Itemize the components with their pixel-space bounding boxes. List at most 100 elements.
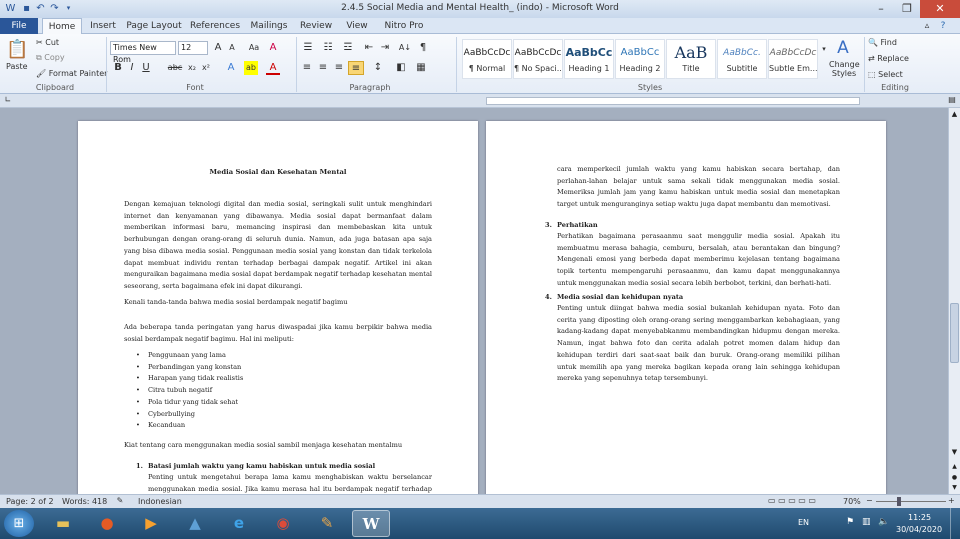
zoom-in-icon[interactable]: +	[948, 496, 955, 505]
style-heading-1[interactable]: AaBbCc Heading 1	[564, 39, 614, 79]
restore-button[interactable]: ❐	[894, 0, 920, 18]
internet-explorer-icon[interactable]: e	[220, 510, 258, 537]
line-spacing-icon[interactable]: ↕	[370, 61, 386, 75]
font-name-select[interactable]: Times New Rom	[110, 41, 176, 64]
close-button[interactable]: ✕	[920, 0, 960, 18]
format-painter-button[interactable]: 🖌 Format Painter	[36, 69, 107, 78]
next-page-icon[interactable]: ▼	[950, 484, 959, 494]
style-no-spacing[interactable]: AaBbCcDc ¶ No Spaci...	[513, 39, 563, 79]
italic-icon[interactable]: I	[126, 61, 138, 75]
change-case-icon[interactable]: Aa	[246, 41, 262, 55]
scroll-up-icon[interactable]: ▲	[950, 110, 959, 122]
style-title[interactable]: AaB Title	[666, 39, 716, 79]
subscript-icon[interactable]: x₂	[186, 61, 198, 75]
scroll-down-icon[interactable]: ▼	[950, 448, 959, 460]
tab-references[interactable]: References	[190, 18, 240, 34]
multilevel-list-icon[interactable]: ☲	[340, 41, 356, 55]
document-page-1[interactable]: Media Sosial dan Kesehatan Mental Dengan…	[78, 121, 478, 501]
tab-view[interactable]: View	[342, 18, 372, 34]
copy-button[interactable]: ⧉ Copy	[36, 53, 65, 63]
vertical-scrollbar[interactable]: ▲ ▼ ▲ ● ▼	[948, 108, 960, 494]
tab-home[interactable]: Home	[42, 18, 82, 34]
align-right-icon[interactable]: ≡	[332, 61, 346, 75]
decrease-indent-icon[interactable]: ⇤	[362, 41, 376, 55]
change-styles-icon[interactable]: A	[832, 38, 854, 58]
styles-more-icon[interactable]: ▾	[820, 42, 828, 56]
style-subtle-emphasis[interactable]: AaBbCcDc Subtle Em...	[768, 39, 818, 79]
document-page-2[interactable]: cara memperkecil jumlah waktu yang kamu …	[486, 121, 886, 501]
tab-review[interactable]: Review	[298, 18, 334, 34]
page-count[interactable]: Page: 2 of 2	[6, 497, 54, 506]
show-formatting-icon[interactable]: ¶	[416, 41, 430, 55]
zoom-level[interactable]: 70%	[843, 497, 861, 506]
tab-file[interactable]: File	[0, 18, 38, 34]
highlight-icon[interactable]: ab	[244, 61, 258, 75]
language-indicator[interactable]: Indonesian	[138, 497, 182, 506]
strikethrough-icon[interactable]: abc	[166, 61, 184, 75]
clear-formatting-icon[interactable]: A	[266, 41, 280, 55]
align-center-icon[interactable]: ≡	[316, 61, 330, 75]
file-explorer-icon[interactable]: ▬	[44, 510, 82, 537]
find-button[interactable]: 🔍 Find	[868, 38, 897, 47]
font-color-icon[interactable]: A	[266, 61, 280, 75]
scrollbar-thumb[interactable]	[950, 303, 959, 363]
tab-page-layout[interactable]: Page Layout	[126, 18, 182, 34]
sort-icon[interactable]: A↓	[398, 41, 412, 55]
action-center-icon[interactable]: ⚑	[846, 517, 854, 527]
network-app-icon[interactable]: ▲	[176, 510, 214, 537]
network-icon[interactable]: ▥	[862, 517, 871, 527]
clock-time[interactable]: 11:25	[908, 513, 931, 522]
change-styles-button[interactable]: Change Styles	[829, 60, 860, 78]
text-effects-icon[interactable]: A	[224, 61, 238, 75]
word-taskbar-icon[interactable]: W	[352, 510, 390, 537]
style-normal[interactable]: AaBbCcDc ¶ Normal	[462, 39, 512, 79]
windows-taskbar: ⊞ ▬ ● ▶ ▲ e ◉ ✎ W EN ⚑ ▥ 🔈 11:25 30/04/2…	[0, 508, 960, 539]
view-ruler-icon[interactable]: ▤	[946, 94, 958, 106]
grow-font-icon[interactable]: A	[212, 41, 224, 55]
minimize-ribbon-icon[interactable]: ▵	[920, 18, 934, 34]
previous-page-icon[interactable]: ▲	[950, 463, 959, 473]
justify-icon[interactable]: ≡	[348, 61, 364, 75]
zoom-slider-thumb[interactable]	[897, 497, 901, 506]
view-buttons[interactable]: ▭ ▭ ▭ ▭ ▭	[768, 496, 816, 505]
zoom-out-icon[interactable]: −	[866, 496, 873, 505]
superscript-icon[interactable]: x²	[200, 61, 212, 75]
help-icon[interactable]: ?	[936, 18, 950, 34]
clock-date[interactable]: 30/04/2020	[896, 525, 942, 534]
font-size-select[interactable]: 12	[178, 41, 208, 55]
tab-selector-icon[interactable]: ∟	[2, 94, 14, 106]
paint-icon[interactable]: ✎	[308, 510, 346, 537]
cut-button[interactable]: ✂ Cut	[36, 38, 59, 47]
replace-button[interactable]: ⇄ Replace	[868, 54, 909, 63]
increase-indent-icon[interactable]: ⇥	[378, 41, 392, 55]
select-browse-object-icon[interactable]: ●	[950, 474, 959, 484]
style-heading-2[interactable]: AaBbCc Heading 2	[615, 39, 665, 79]
proofing-icon[interactable]: ✎	[114, 496, 126, 507]
volume-icon[interactable]: 🔈	[878, 517, 889, 527]
firefox-icon[interactable]: ●	[88, 510, 126, 537]
style-subtitle[interactable]: AaBbCc. Subtitle	[717, 39, 767, 79]
paste-button[interactable]: Paste	[6, 62, 28, 71]
tab-insert[interactable]: Insert	[86, 18, 120, 34]
paste-icon[interactable]: 📋	[6, 38, 28, 62]
select-button[interactable]: ⬚ Select	[868, 70, 903, 79]
media-player-icon[interactable]: ▶	[132, 510, 170, 537]
word-count[interactable]: Words: 418	[62, 497, 107, 506]
underline-icon[interactable]: U	[140, 61, 152, 75]
start-button[interactable]: ⊞	[4, 510, 34, 537]
tab-nitro-pro[interactable]: Nitro Pro	[382, 18, 426, 34]
shading-icon[interactable]: ◧	[394, 61, 408, 75]
shrink-font-icon[interactable]: A	[226, 41, 238, 55]
bold-icon[interactable]: B	[112, 61, 124, 75]
numbering-icon[interactable]: ☷	[320, 41, 336, 55]
bullets-icon[interactable]: ☰	[300, 41, 316, 55]
zoom-slider[interactable]	[876, 501, 946, 502]
borders-icon[interactable]: ▦	[414, 61, 428, 75]
show-desktop-button[interactable]	[950, 508, 960, 539]
language-bar[interactable]: EN	[798, 518, 809, 527]
chrome-icon[interactable]: ◉	[264, 510, 302, 537]
align-left-icon[interactable]: ≡	[300, 61, 314, 75]
horizontal-ruler[interactable]	[486, 97, 860, 105]
minimize-button[interactable]: –	[868, 0, 894, 18]
tab-mailings[interactable]: Mailings	[248, 18, 290, 34]
